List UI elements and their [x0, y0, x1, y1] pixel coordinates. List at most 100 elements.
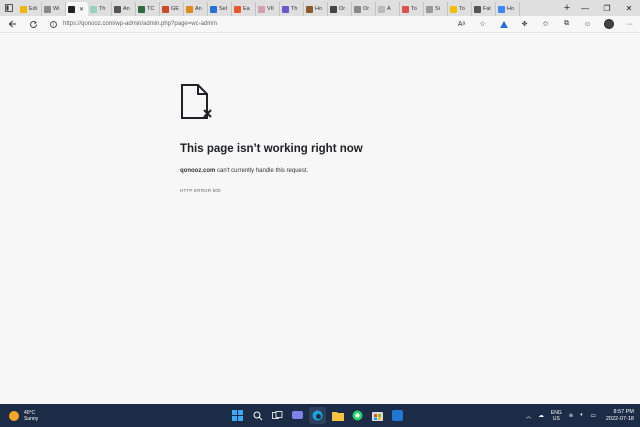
tab-actions-icon	[5, 4, 13, 12]
close-window-icon[interactable]: ✕	[618, 4, 640, 13]
chat-icon	[292, 410, 303, 419]
tab-favicon-icon	[138, 5, 145, 13]
site-info-icon[interactable]: i	[50, 20, 57, 28]
tab-favicon-icon	[90, 5, 97, 13]
windows-logo-icon	[232, 410, 243, 421]
tab-actions-button[interactable]	[0, 0, 18, 16]
error-title: This page isn’t working right now	[180, 143, 363, 155]
tab-favicon-icon	[378, 5, 385, 13]
settings-menu-icon[interactable]: ···	[619, 16, 640, 33]
url-text[interactable]: https://qonooz.com/wp-admin/admin.php?pa…	[63, 21, 217, 27]
language-indicator[interactable]: ENG US	[551, 410, 562, 422]
region-code: US	[552, 415, 560, 422]
tab-favicon-icon	[282, 5, 289, 13]
browser-tab[interactable]: To	[448, 2, 472, 16]
cloud-icon[interactable]: ☁	[538, 413, 544, 419]
favorites-icon[interactable]: ✩	[535, 16, 556, 33]
tab-label: Or	[339, 6, 346, 12]
browser-tab[interactable]: Ho	[496, 2, 520, 16]
clock[interactable]: 8:57 PM 2022-07-18	[606, 409, 634, 422]
tab-strip: Edi Wi ✕ Th An TC GE An Sel Ea VII Th Ho Or Or A To Si To F…	[0, 0, 640, 16]
weather-condition: Sunny	[24, 415, 39, 422]
tab-favicon-icon	[450, 5, 457, 13]
folder-icon	[331, 411, 344, 421]
error-domain: qonooz.com	[180, 168, 216, 174]
task-view-icon	[272, 411, 283, 419]
browser-tab[interactable]: Ho	[304, 2, 328, 16]
extension-icon[interactable]	[493, 16, 514, 33]
browser-tab[interactable]: Edi	[18, 2, 42, 16]
tab-label: To	[459, 6, 465, 12]
tab-label: Wi	[53, 6, 60, 12]
new-tab-button[interactable]: +	[560, 0, 574, 16]
back-button[interactable]	[2, 16, 23, 33]
search-icon	[253, 411, 262, 420]
add-favorite-icon[interactable]: ☆	[472, 16, 493, 33]
tab-favicon-icon	[330, 5, 337, 13]
system-tray: ︿ ☁ ENG US ≋ 🔈︎ ▭ 8:57 PM 2022-07-18	[519, 404, 634, 427]
browser-tab[interactable]: Th	[280, 2, 304, 16]
browser-tab[interactable]: Si	[424, 2, 448, 16]
show-hidden-icons-icon[interactable]: ︿	[526, 412, 532, 420]
refresh-icon	[30, 20, 37, 28]
tab-label: To	[411, 6, 417, 12]
toolbar-right: Aᵃ ☆ ✥ ✩ ⧉ ☺ ···	[451, 16, 640, 33]
address-bar[interactable]: i https://qonooz.com/wp-admin/admin.php?…	[50, 18, 451, 31]
refresh-button[interactable]	[23, 16, 44, 33]
browser-tab[interactable]: TC	[136, 2, 160, 16]
tab-favicon-icon	[498, 5, 505, 13]
tab-label: Ho	[315, 6, 323, 12]
minimize-icon[interactable]: —	[574, 4, 596, 13]
search-button[interactable]	[249, 407, 266, 424]
browser-tab[interactable]: Or	[328, 2, 352, 16]
battery-icon[interactable]: ▭	[591, 413, 596, 419]
browser-tab[interactable]: To	[400, 2, 424, 16]
tab-label: TC	[147, 6, 155, 12]
vscode-app[interactable]	[389, 407, 406, 424]
collections-icon[interactable]: ⧉	[556, 16, 577, 33]
browser-tab[interactable]: ✕	[66, 2, 88, 16]
chat-app[interactable]	[289, 407, 306, 424]
browser-tab[interactable]: Th	[88, 2, 112, 16]
whatsapp-app[interactable]	[349, 407, 366, 424]
edge-app[interactable]	[309, 407, 326, 424]
tab-label: An	[123, 6, 130, 12]
browser-tab[interactable]: Wi	[42, 2, 66, 16]
tab-label: Th	[99, 6, 106, 12]
edge-icon	[312, 410, 323, 421]
error-description: qonooz.com can't currently handle this r…	[180, 168, 308, 174]
browser-tab[interactable]: Sel	[208, 2, 232, 16]
taskbar-apps	[229, 407, 409, 424]
browser-tab[interactable]: Ea	[232, 2, 256, 16]
tab-label: Th	[291, 6, 298, 12]
profile-avatar[interactable]	[598, 16, 619, 33]
browser-tab[interactable]: Or	[352, 2, 376, 16]
wifi-icon[interactable]: ≋	[569, 413, 574, 419]
task-view-button[interactable]	[269, 407, 286, 424]
tab-label: Sel	[219, 6, 227, 12]
vscode-icon	[392, 410, 403, 421]
close-tab-icon[interactable]: ✕	[79, 6, 84, 13]
feedback-icon[interactable]: ☺	[577, 16, 598, 33]
tab-label: Edi	[29, 6, 37, 12]
browser-tab[interactable]: An	[184, 2, 208, 16]
browser-tab[interactable]: GE	[160, 2, 184, 16]
tab-favicon-icon	[186, 5, 193, 13]
tab-favicon-icon	[20, 5, 27, 13]
tab-favicon-icon	[68, 5, 75, 13]
extensions-puzzle-icon[interactable]: ✥	[514, 16, 535, 33]
tab-favicon-icon	[258, 5, 265, 13]
browser-tab[interactable]: VII	[256, 2, 280, 16]
start-button[interactable]	[229, 407, 246, 424]
weather-widget[interactable]: 40°C Sunny	[9, 410, 69, 422]
browser-tab[interactable]: A	[376, 2, 400, 16]
volume-icon[interactable]: 🔈︎	[580, 412, 583, 419]
file-explorer-app[interactable]	[329, 407, 346, 424]
tab-favicon-icon	[306, 5, 313, 13]
read-aloud-icon[interactable]: Aᵃ	[451, 16, 472, 33]
restore-icon[interactable]: ❐	[596, 4, 618, 13]
browser-tab[interactable]: Fal	[472, 2, 496, 16]
browser-tab[interactable]: An	[112, 2, 136, 16]
store-app[interactable]	[369, 407, 386, 424]
tab-label: VII	[267, 6, 274, 12]
